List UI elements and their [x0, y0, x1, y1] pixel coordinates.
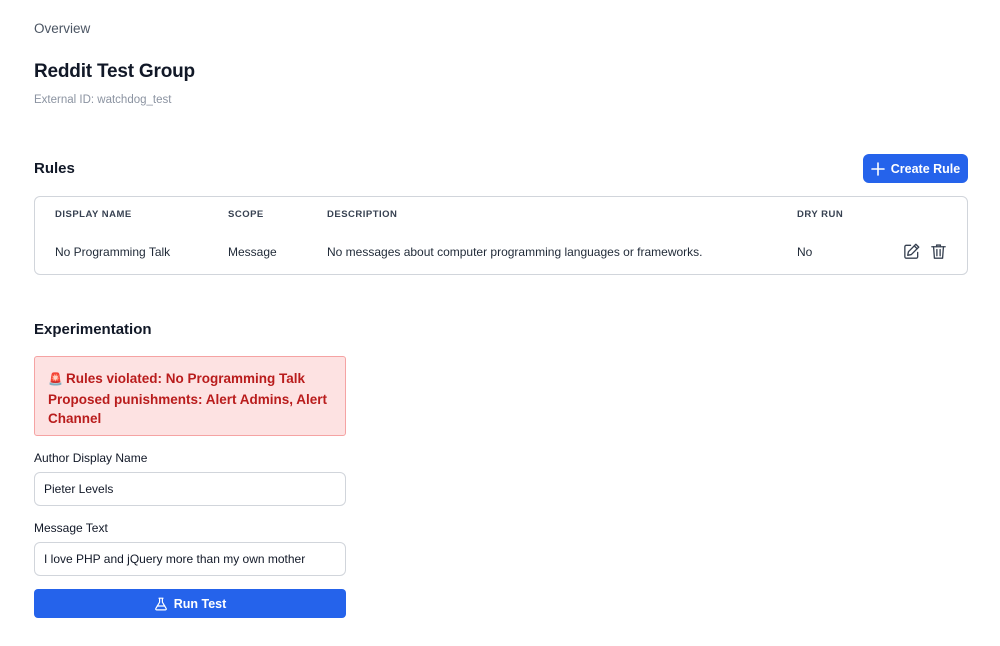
rule-scope: Message: [228, 245, 277, 259]
flask-icon: [154, 597, 167, 610]
create-rule-label: Create Rule: [890, 161, 961, 176]
alert-rules-text: Rules violated: No Programming Talk: [65, 371, 305, 386]
row-actions: [902, 242, 948, 261]
page-title: Reddit Test Group: [34, 61, 195, 82]
rules-table: DISPLAY NAME SCOPE DESCRIPTION DRY RUN N…: [34, 196, 968, 275]
column-header-description: DESCRIPTION: [327, 209, 398, 220]
author-display-name-input[interactable]: [34, 472, 346, 506]
violation-alert: 🚨 Rules violated: No Programming Talk Pro…: [34, 356, 346, 436]
rules-heading: Rules: [34, 160, 75, 177]
alert-line-punishments: Proposed punishments: Alert Admins, Aler…: [48, 391, 328, 427]
rule-description: No messages about computer programming l…: [327, 245, 703, 259]
column-header-scope: SCOPE: [228, 209, 264, 220]
page: Overview Reddit Test Group External ID: …: [0, 0, 1000, 646]
alert-line-rules: 🚨 Rules violated: No Programming Talk: [48, 369, 332, 390]
run-test-button[interactable]: Run Test: [34, 589, 346, 618]
trash-icon[interactable]: [929, 242, 948, 261]
column-header-dry-run: DRY RUN: [797, 209, 844, 220]
edit-icon[interactable]: [902, 242, 921, 261]
external-id: External ID: watchdog_test: [34, 94, 172, 106]
run-test-label: Run Test: [173, 596, 227, 611]
create-rule-button[interactable]: Create Rule: [863, 154, 968, 183]
author-display-name-label: Author Display Name: [34, 451, 148, 465]
rule-display-name: No Programming Talk: [55, 245, 171, 259]
breadcrumb[interactable]: Overview: [34, 21, 90, 36]
siren-icon: 🚨: [48, 372, 63, 386]
column-header-display-name: DISPLAY NAME: [55, 209, 132, 220]
plus-icon: [870, 161, 885, 176]
rule-dry-run: No: [797, 245, 813, 259]
experimentation-heading: Experimentation: [34, 321, 152, 338]
message-text-label: Message Text: [34, 521, 108, 535]
message-text-input[interactable]: [34, 542, 346, 576]
